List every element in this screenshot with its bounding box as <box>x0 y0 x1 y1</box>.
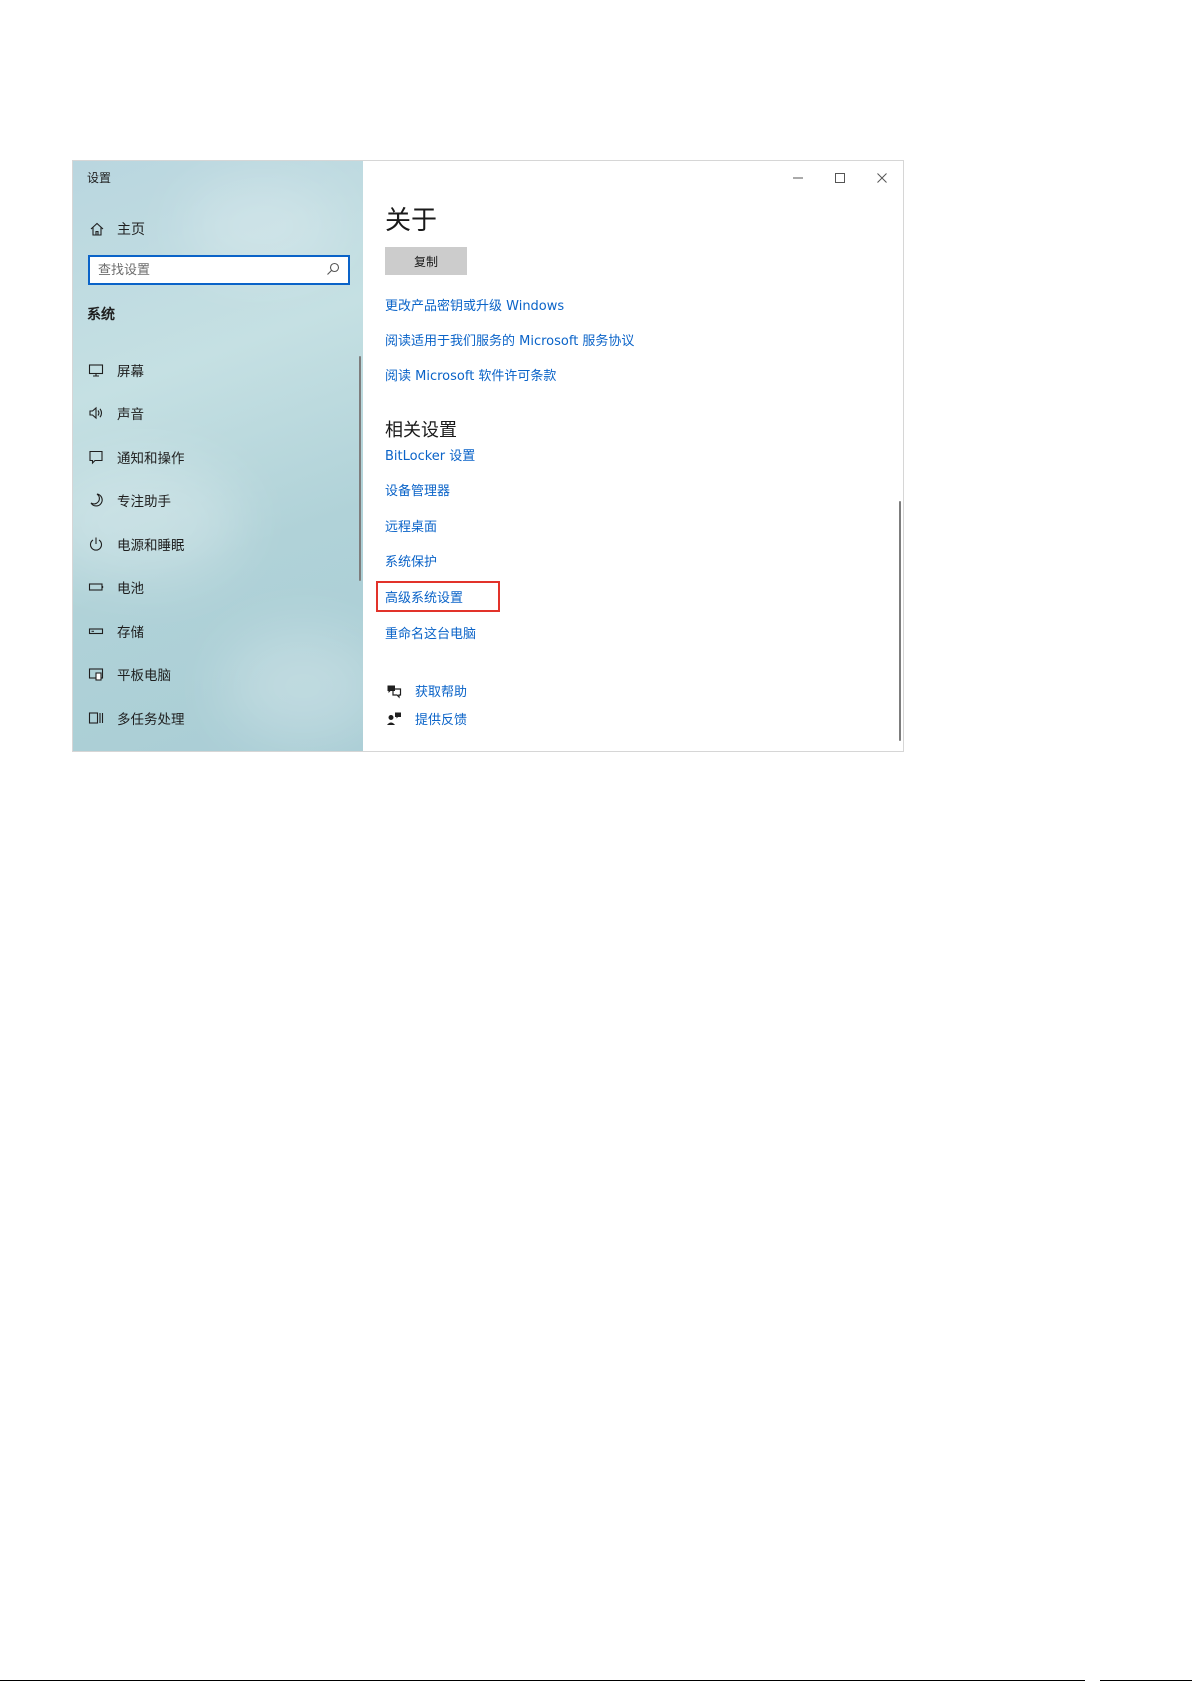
sidebar-item-label: 存储 <box>117 624 144 641</box>
window-title: 设置 <box>87 171 112 185</box>
sidebar-item-label: 平板电脑 <box>117 668 171 685</box>
page-divider <box>0 1680 1085 1681</box>
home-icon <box>87 220 107 238</box>
search-box[interactable] <box>88 255 350 285</box>
search-input[interactable] <box>98 262 326 278</box>
maximize-icon <box>835 173 845 183</box>
link-rename-this-pc[interactable]: 重命名这台电脑 <box>385 623 476 642</box>
sidebar-scrollbar[interactable] <box>359 356 361 581</box>
sidebar-item-display[interactable]: 屏幕 <box>73 348 363 392</box>
link-software-license-terms[interactable]: 阅读 Microsoft 软件许可条款 <box>385 365 556 384</box>
sidebar-item-label: 电源和睡眠 <box>117 537 185 554</box>
help-chat-icon <box>385 682 403 700</box>
sidebar-item-sound[interactable]: 声音 <box>73 392 363 436</box>
give-feedback-link[interactable]: 提供反馈 <box>385 709 467 728</box>
sidebar-item-label: 通知和操作 <box>117 450 185 467</box>
sidebar-item-label: 屏幕 <box>117 363 144 380</box>
speaker-icon <box>87 404 105 422</box>
sidebar-item-label: 声音 <box>117 407 144 424</box>
page-divider-right <box>1100 1680 1192 1681</box>
minimize-icon <box>793 177 803 179</box>
copy-button[interactable]: 复制 <box>385 247 467 275</box>
link-device-manager[interactable]: 设备管理器 <box>385 480 450 499</box>
sidebar-item-power-sleep[interactable]: 电源和睡眠 <box>73 522 363 566</box>
main-content: 关于 复制 更改产品密钥或升级 Windows 阅读适用于我们服务的 Micro… <box>363 161 903 751</box>
sidebar-item-tablet[interactable]: 平板电脑 <box>73 653 363 697</box>
link-bitlocker-settings[interactable]: BitLocker 设置 <box>385 445 475 464</box>
help-label: 获取帮助 <box>415 685 468 700</box>
link-microsoft-services-agreement[interactable]: 阅读适用于我们服务的 Microsoft 服务协议 <box>385 330 634 349</box>
content-scrollbar[interactable] <box>899 501 901 741</box>
sidebar-item-label: 多任务处理 <box>117 711 185 728</box>
sidebar-item-multitasking[interactable]: 多任务处理 <box>73 696 363 740</box>
feedback-label: 提供反馈 <box>415 713 468 728</box>
window-controls <box>777 165 903 191</box>
sidebar-item-label: 专注助手 <box>117 494 171 511</box>
sidebar-item-battery[interactable]: 电池 <box>73 566 363 610</box>
link-change-product-key[interactable]: 更改产品密钥或升级 Windows <box>385 295 564 314</box>
get-help-link[interactable]: 获取帮助 <box>385 681 467 700</box>
link-remote-desktop[interactable]: 远程桌面 <box>385 516 437 535</box>
monitor-icon <box>87 361 105 379</box>
link-system-protection[interactable]: 系统保护 <box>385 551 437 570</box>
battery-icon <box>87 578 105 596</box>
page-title: 关于 <box>385 206 438 236</box>
feedback-icon <box>385 710 403 728</box>
settings-window: 设置 主页 系统 屏幕 声 <box>72 160 904 752</box>
power-icon <box>87 535 105 553</box>
related-settings-title: 相关设置 <box>385 420 457 441</box>
sidebar: 设置 主页 系统 屏幕 声 <box>73 161 363 751</box>
search-icon[interactable] <box>326 261 340 280</box>
storage-icon <box>87 622 105 640</box>
sidebar-item-focus-assist[interactable]: 专注助手 <box>73 479 363 523</box>
maximize-button[interactable] <box>819 165 861 191</box>
sidebar-item-notifications[interactable]: 通知和操作 <box>73 435 363 479</box>
close-button[interactable] <box>861 165 903 191</box>
close-icon <box>877 173 887 183</box>
sidebar-item-label: 电池 <box>117 581 144 598</box>
nav-list: 屏幕 声音 通知和操作 专注助手 电源和睡眠 电池 存储 平板电脑 多任务处理 <box>73 348 363 740</box>
sidebar-item-label: 主页 <box>117 222 145 238</box>
sidebar-item-home[interactable]: 主页 <box>87 218 145 240</box>
tablet-icon <box>87 665 105 683</box>
minimize-button[interactable] <box>777 165 819 191</box>
link-advanced-system-settings[interactable]: 高级系统设置 <box>385 587 463 606</box>
notification-icon <box>87 448 105 466</box>
moon-icon <box>87 491 105 509</box>
section-title: 系统 <box>87 307 115 323</box>
multitask-icon <box>87 709 105 727</box>
sidebar-item-storage[interactable]: 存储 <box>73 609 363 653</box>
